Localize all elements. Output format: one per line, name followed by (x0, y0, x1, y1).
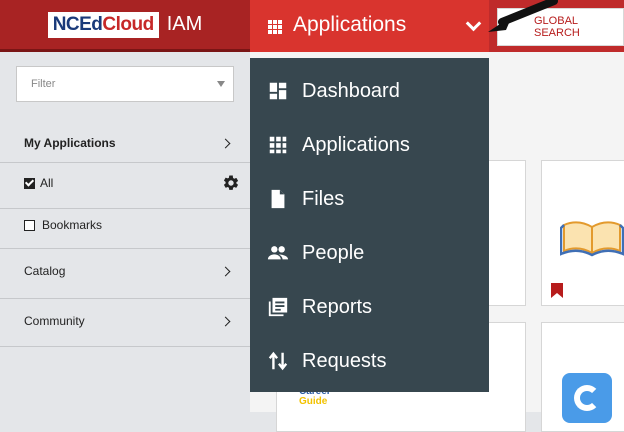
grid-icon (268, 20, 282, 34)
filter-placeholder: Filter (31, 78, 56, 90)
menu-item-applications[interactable]: Applications (250, 120, 489, 170)
grid-icon (269, 136, 287, 154)
chevron-right-icon (220, 266, 231, 277)
divider (0, 346, 250, 347)
filter-select[interactable]: Filter (16, 66, 234, 102)
menu-item-people[interactable]: People (250, 228, 489, 278)
app-logo-icon (562, 373, 612, 423)
divider (0, 298, 250, 299)
applications-dropdown-menu: Dashboard Applications Files People Repo… (250, 58, 489, 392)
menu-item-label: Applications (302, 134, 410, 156)
sidebar-item-label: All (40, 176, 54, 190)
divider (0, 162, 250, 163)
menu-item-files[interactable]: Files (250, 174, 489, 224)
logo-iam-text: IAM (166, 13, 203, 35)
menu-item-label: Requests (302, 350, 387, 372)
divider (0, 208, 250, 209)
sidebar-item-my-applications[interactable]: My Applications (0, 136, 250, 156)
menu-item-requests[interactable]: Requests (250, 336, 489, 386)
chevron-right-icon (220, 138, 231, 149)
sidebar-item-bookmarks[interactable]: Bookmarks (0, 218, 250, 238)
chevron-right-icon (220, 316, 231, 327)
menu-item-reports[interactable]: Reports (250, 282, 489, 332)
sidebar-item-label: My Applications (24, 136, 116, 150)
app-card[interactable] (541, 160, 624, 306)
file-icon (271, 189, 285, 209)
bookmark-icon[interactable] (551, 283, 563, 298)
sidebar-item-label: Community (24, 314, 85, 328)
all-checkbox[interactable] (24, 178, 35, 189)
reports-icon (268, 297, 288, 317)
annotation-arrow (488, 0, 558, 32)
sidebar-item-community[interactable]: Community (0, 314, 250, 334)
book-icon (560, 221, 624, 257)
people-icon (267, 246, 289, 260)
requests-icon (268, 351, 288, 371)
sidebar-item-all[interactable]: All (0, 174, 250, 196)
menu-item-label: Dashboard (302, 80, 400, 102)
bookmarks-checkbox[interactable] (24, 220, 35, 231)
applications-menu-label: Applications (293, 13, 407, 36)
sidebar: Filter My Applications All Bookmarks Cat… (0, 52, 250, 412)
caret-down-icon (217, 81, 225, 87)
sidebar-item-catalog[interactable]: Catalog (0, 264, 250, 284)
menu-item-dashboard[interactable]: Dashboard (250, 66, 489, 116)
sidebar-item-label: Bookmarks (42, 218, 103, 232)
app-card[interactable] (541, 322, 624, 432)
menu-item-label: Files (302, 188, 345, 210)
menu-item-label: People (302, 242, 365, 264)
career-guide-logo-line2: Guide (299, 396, 328, 407)
applications-menu-toggle[interactable]: Applications (250, 0, 489, 52)
logo-cloud-text: Cloud (102, 13, 154, 35)
divider (0, 248, 250, 249)
app-logo[interactable]: NCEd Cloud IAM (0, 0, 250, 52)
sidebar-item-label: Catalog (24, 264, 66, 278)
gear-icon[interactable] (222, 174, 240, 192)
menu-item-label: Reports (302, 296, 373, 318)
logo-nced-text: NCEd (52, 13, 103, 35)
dashboard-icon (269, 82, 287, 100)
